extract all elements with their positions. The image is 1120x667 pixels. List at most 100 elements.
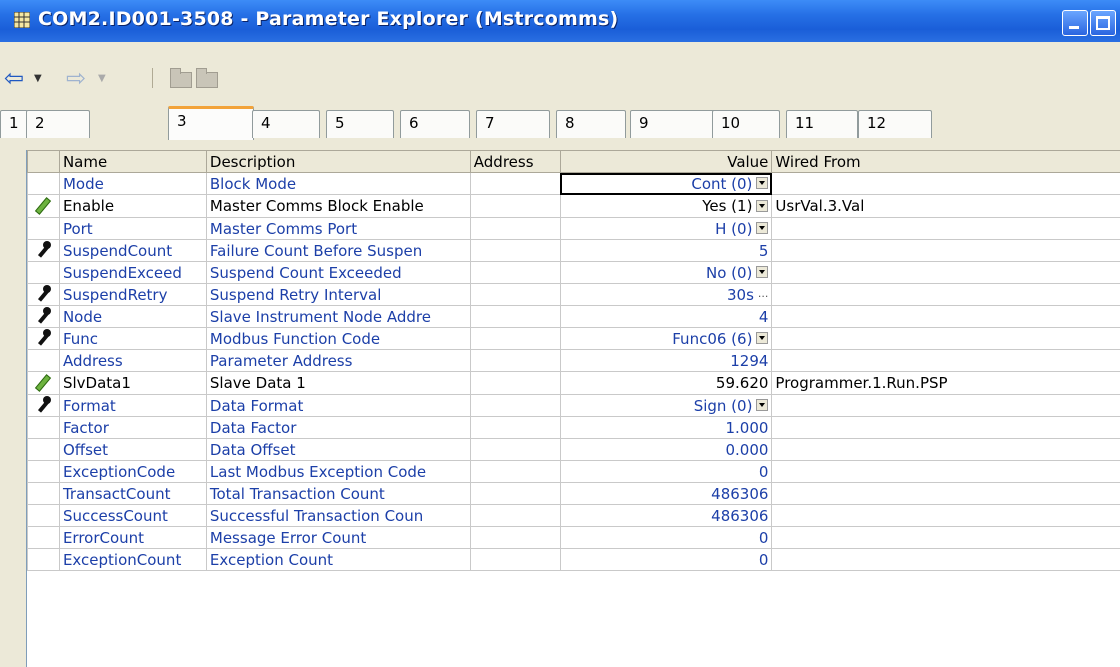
cell-value[interactable]: 0 [559, 460, 773, 483]
cell-name[interactable]: Func [58, 327, 207, 350]
table-row[interactable]: Format Data Format Sign (0) [27, 394, 1120, 417]
title-bar[interactable]: COM2.ID001-3508 - Parameter Explorer (Ms… [0, 0, 1120, 42]
cell-value[interactable]: Cont (0) [559, 172, 773, 195]
table-row[interactable]: SlvData1 Slave Data 1 59.620 Programmer.1.R… [27, 371, 1120, 395]
cell-value[interactable]: 0.000 [559, 438, 773, 461]
tab-1[interactable]: 1 [0, 110, 28, 138]
dropdown-arrow-icon[interactable] [756, 399, 769, 411]
cell-wired-from[interactable] [771, 305, 1120, 328]
cell-description[interactable]: Slave Data 1 [205, 371, 471, 395]
cell-wired-from[interactable] [771, 482, 1120, 505]
cell-name[interactable]: ExceptionCount [58, 548, 207, 571]
cell-address[interactable] [469, 239, 561, 262]
cell-description[interactable]: Data Format [205, 394, 471, 417]
cell-wired-from[interactable]: Programmer.1.Run.PSP [771, 371, 1120, 395]
folder-icon[interactable] [170, 68, 192, 88]
tab-6[interactable]: 6 [400, 110, 470, 138]
cell-value[interactable]: 30s ··· [559, 283, 773, 306]
cell-name[interactable]: TransactCount [58, 482, 207, 505]
dropdown-arrow-icon[interactable] [756, 177, 769, 189]
cell-value[interactable]: 0 [559, 526, 773, 549]
table-row[interactable]: ErrorCount Message Error Count 0 [27, 526, 1120, 549]
cell-address[interactable] [469, 548, 561, 571]
cell-wired-from[interactable] [771, 261, 1120, 284]
cell-name[interactable]: Mode [58, 172, 207, 195]
table-row[interactable]: Func Modbus Function Code Func06 (6) [27, 327, 1120, 350]
cell-value[interactable]: H (0) [559, 217, 773, 240]
cell-value[interactable]: 1294 [559, 349, 773, 372]
cell-address[interactable] [469, 526, 561, 549]
cell-name[interactable]: SuccessCount [58, 504, 207, 527]
maximize-button[interactable] [1090, 10, 1116, 36]
cell-description[interactable]: Parameter Address [205, 349, 471, 372]
cell-wired-from[interactable] [771, 349, 1120, 372]
cell-description[interactable]: Last Modbus Exception Code [205, 460, 471, 483]
table-row[interactable]: ExceptionCode Last Modbus Exception Code 0 [27, 460, 1120, 483]
cell-value[interactable]: 1.000 [559, 416, 773, 439]
cell-value[interactable]: 486306 [559, 482, 773, 505]
cell-name[interactable]: Enable [58, 194, 207, 218]
dropdown-arrow-icon[interactable] [756, 222, 769, 234]
table-row[interactable]: Offset Data Offset 0.000 [27, 438, 1120, 461]
ellipsis-button[interactable]: ··· [758, 290, 769, 303]
column-header-address[interactable]: Address [469, 150, 561, 173]
cell-description[interactable]: Block Mode [205, 172, 471, 195]
cell-wired-from[interactable] [771, 283, 1120, 306]
column-header-wired-from[interactable]: Wired From [771, 150, 1120, 173]
cell-value[interactable]: 59.620 [559, 371, 773, 395]
tab-12[interactable]: 12 [858, 110, 932, 138]
table-row[interactable]: SuccessCount Successful Transaction Coun 4… [27, 504, 1120, 527]
cell-value[interactable]: No (0) [559, 261, 773, 284]
cell-address[interactable] [469, 349, 561, 372]
cell-address[interactable] [469, 438, 561, 461]
tab-9[interactable]: 9 [630, 110, 716, 138]
column-header-value[interactable]: Value [559, 150, 773, 173]
back-dropdown-icon[interactable]: ▼ [34, 73, 42, 84]
cell-description[interactable]: Data Factor [205, 416, 471, 439]
folder-icon[interactable] [196, 68, 218, 88]
table-row[interactable]: Enable Master Comms Block Enable Yes (1) Us… [27, 194, 1120, 218]
cell-name[interactable]: Factor [58, 416, 207, 439]
tab-3[interactable]: 3 [168, 106, 254, 140]
tab-4[interactable]: 4 [252, 110, 320, 138]
cell-description[interactable]: Message Error Count [205, 526, 471, 549]
cell-wired-from[interactable] [771, 548, 1120, 571]
cell-address[interactable] [469, 504, 561, 527]
dropdown-arrow-icon[interactable] [756, 199, 769, 212]
cell-name[interactable]: ExceptionCode [58, 460, 207, 483]
table-row[interactable]: SuspendExceed Suspend Count Exceeded No (0… [27, 261, 1120, 284]
table-row[interactable]: SuspendRetry Suspend Retry Interval 30s ··· [27, 283, 1120, 306]
cell-wired-from[interactable] [771, 460, 1120, 483]
cell-address[interactable] [469, 172, 561, 195]
cell-value[interactable]: Sign (0) [559, 394, 773, 417]
cell-description[interactable]: Failure Count Before Suspen [205, 239, 471, 262]
cell-wired-from[interactable] [771, 438, 1120, 461]
cell-name[interactable]: ErrorCount [58, 526, 207, 549]
table-row[interactable]: Mode Block Mode Cont (0) [27, 172, 1120, 195]
cell-address[interactable] [469, 261, 561, 284]
table-row[interactable]: Port Master Comms Port H (0) [27, 217, 1120, 240]
cell-name[interactable]: Port [58, 217, 207, 240]
cell-wired-from[interactable] [771, 172, 1120, 195]
table-row[interactable]: Node Slave Instrument Node Addre 4 [27, 305, 1120, 328]
cell-wired-from[interactable] [771, 526, 1120, 549]
cell-address[interactable] [469, 460, 561, 483]
tab-5[interactable]: 5 [326, 110, 394, 138]
cell-wired-from[interactable] [771, 217, 1120, 240]
table-row[interactable]: Factor Data Factor 1.000 [27, 416, 1120, 439]
cell-name[interactable]: Offset [58, 438, 207, 461]
cell-address[interactable] [469, 283, 561, 306]
cell-address[interactable] [469, 416, 561, 439]
cell-wired-from[interactable]: UsrVal.3.Val [771, 194, 1120, 218]
cell-name[interactable]: Node [58, 305, 207, 328]
column-header-description[interactable]: Description [205, 150, 471, 173]
cell-description[interactable]: Slave Instrument Node Addre [205, 305, 471, 328]
cell-name[interactable]: SlvData1 [58, 371, 207, 395]
cell-description[interactable]: Exception Count [205, 548, 471, 571]
cell-address[interactable] [469, 394, 561, 417]
cell-description[interactable]: Data Offset [205, 438, 471, 461]
cell-wired-from[interactable] [771, 416, 1120, 439]
tab-11[interactable]: 11 [786, 110, 858, 138]
cell-description[interactable]: Modbus Function Code [205, 327, 471, 350]
cell-value[interactable]: Func06 (6) [559, 327, 773, 350]
